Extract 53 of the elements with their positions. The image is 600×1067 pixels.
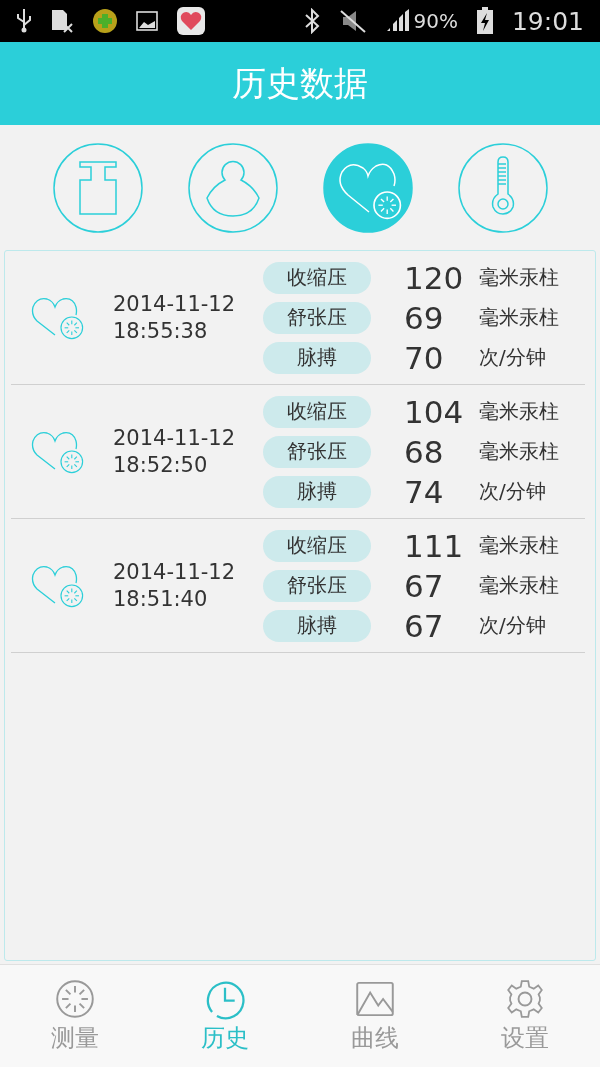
- heart-app-icon: [176, 6, 206, 36]
- reading-unit: 次/分钟: [479, 344, 546, 371]
- record-date: 2014-11-12: [113, 424, 237, 452]
- nav-tab[interactable]: 曲线: [300, 965, 450, 1067]
- reading-value: 111: [404, 527, 465, 564]
- record-date: 2014-11-12: [113, 558, 237, 586]
- reading-value: 120: [404, 259, 465, 296]
- reading-label: 舒张压: [263, 435, 371, 468]
- reading-label: 收缩压: [263, 529, 371, 562]
- battery-charging-icon: [475, 7, 494, 35]
- reading-label: 收缩压: [263, 395, 371, 428]
- image-icon: [136, 10, 158, 32]
- battery-percent: 90%: [413, 9, 458, 33]
- record-time: 18:55:38: [113, 317, 209, 345]
- reading-unit: 毫米汞柱: [479, 264, 559, 291]
- reading-value: 67: [404, 607, 445, 644]
- nav-tab[interactable]: 测量: [0, 965, 150, 1067]
- reading-unit: 毫米汞柱: [479, 398, 559, 425]
- reading-value: 104: [404, 393, 465, 430]
- sim-card-icon: [50, 8, 74, 34]
- page-title: 历史数据: [232, 61, 368, 105]
- reading-value: 68: [404, 433, 445, 470]
- record-date: 2014-11-12: [113, 290, 237, 318]
- clock: 19:01: [511, 6, 584, 36]
- mute-icon: [338, 8, 367, 34]
- reading-label: 舒张压: [263, 301, 371, 334]
- heart-category-icon[interactable]: [322, 142, 413, 233]
- reading-value: 74: [404, 473, 445, 510]
- usb-icon: [16, 8, 32, 34]
- reading-value: 69: [404, 299, 445, 336]
- reading-label: 脉搏: [263, 609, 371, 642]
- nav-tab[interactable]: 设置: [450, 965, 600, 1067]
- reading-unit: 毫米汞柱: [479, 304, 559, 331]
- reading-unit: 毫米汞柱: [479, 572, 559, 599]
- dial-icon: [54, 978, 96, 1020]
- nav-tab[interactable]: 历史: [150, 965, 300, 1067]
- thermometer-category-icon[interactable]: [457, 142, 548, 233]
- person-category-icon[interactable]: [187, 142, 278, 233]
- reading-label: 脉搏: [263, 341, 371, 374]
- settings-icon: [504, 978, 546, 1020]
- reading-unit: 次/分钟: [479, 612, 546, 639]
- weight-category-icon[interactable]: [52, 142, 143, 233]
- reading-label: 脉搏: [263, 475, 371, 508]
- reading-label: 收缩压: [263, 261, 371, 294]
- record-time: 18:52:50: [113, 451, 209, 479]
- record-time: 18:51:40: [113, 585, 209, 613]
- app-icon: [92, 8, 118, 34]
- reading-unit: 毫米汞柱: [479, 532, 559, 559]
- reading-unit: 毫米汞柱: [479, 438, 559, 465]
- reading-value: 70: [404, 339, 445, 376]
- reading-label: 舒张压: [263, 569, 371, 602]
- reading-value: 67: [404, 567, 445, 604]
- reading-unit: 次/分钟: [479, 478, 546, 505]
